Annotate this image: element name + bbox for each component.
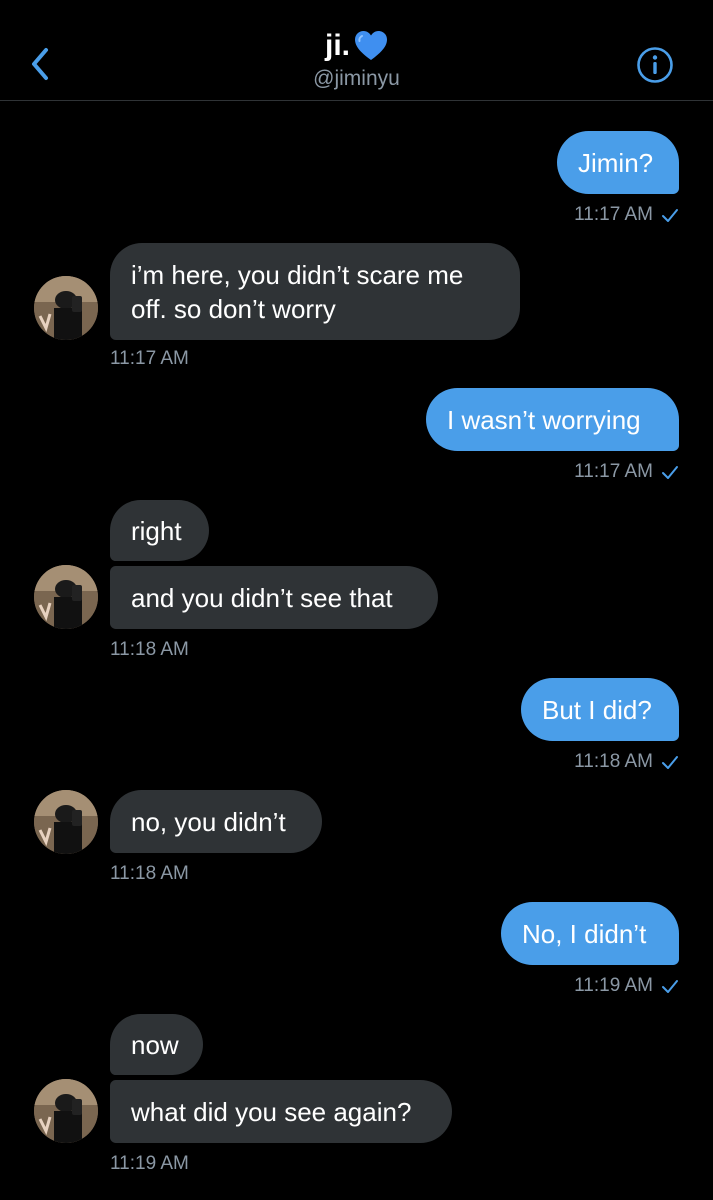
sent-check-icon (661, 754, 679, 770)
avatar[interactable] (34, 565, 98, 629)
message-bubble-incoming[interactable]: what did you see again? (110, 1080, 452, 1143)
message-text: But I did? (542, 694, 652, 725)
message-timestamp: 11:18 AM (110, 638, 189, 662)
avatar-photo (34, 565, 98, 629)
message-bubble-incoming[interactable]: and you didn’t see that (110, 566, 438, 629)
avatar-photo (34, 790, 98, 854)
message-bubble-outgoing[interactable]: No, I didn’t (501, 902, 679, 965)
avatar-photo (34, 276, 98, 340)
timestamp-text: 11:18 AM (110, 863, 189, 884)
timestamp-text: 11:19 AM (110, 1153, 189, 1174)
sent-check-icon (661, 978, 679, 994)
conversation-title-block[interactable]: ji. @jiminyu (0, 28, 713, 92)
message-bubble-incoming[interactable]: no, you didn’t (110, 790, 322, 853)
contact-name: ji. (325, 28, 388, 64)
message-timestamp: 11:18 AM (110, 862, 189, 886)
timestamp-text: 11:17 AM (110, 348, 189, 369)
sent-check-icon (661, 207, 679, 223)
conversation-header: ji. @jiminyu (0, 0, 713, 101)
avatar[interactable] (34, 790, 98, 854)
timestamp-text: 11:17 AM (574, 204, 653, 225)
timestamp-text: 11:18 AM (574, 751, 653, 772)
message-text: no, you didn’t (131, 806, 286, 837)
message-timestamp: 11:17 AM (574, 203, 679, 227)
message-text: I wasn’t worrying (447, 404, 641, 435)
avatar[interactable] (34, 1079, 98, 1143)
message-text: No, I didn’t (522, 918, 647, 949)
timestamp-text: 11:19 AM (574, 975, 653, 996)
message-bubble-outgoing[interactable]: But I did? (521, 678, 679, 741)
message-text: what did you see again? (131, 1096, 412, 1127)
message-timestamp: 11:18 AM (574, 750, 679, 774)
contact-name-text: ji. (324, 29, 350, 62)
message-bubble-incoming[interactable]: right (110, 500, 209, 561)
message-text: right (131, 515, 182, 546)
avatar[interactable] (34, 276, 98, 340)
message-text: now (131, 1029, 179, 1060)
info-button[interactable] (636, 46, 674, 84)
message-text: i’m here, you didn’t scare me off. so do… (131, 259, 464, 324)
sent-check-icon (661, 464, 679, 480)
contact-handle: @jiminyu (313, 67, 400, 90)
message-bubble-outgoing[interactable]: I wasn’t worrying (426, 388, 679, 451)
message-bubble-outgoing[interactable]: Jimin? (557, 131, 679, 194)
timestamp-text: 11:17 AM (574, 461, 653, 482)
message-timestamp: 11:19 AM (110, 1152, 189, 1176)
blue-heart-icon (354, 30, 388, 62)
message-text: and you didn’t see that (131, 582, 393, 613)
timestamp-text: 11:18 AM (110, 639, 189, 660)
message-timestamp: 11:19 AM (574, 974, 679, 998)
message-bubble-incoming[interactable]: now (110, 1014, 203, 1075)
info-circle-icon (636, 47, 674, 88)
message-bubble-incoming[interactable]: i’m here, you didn’t scare me off. so do… (110, 243, 520, 340)
message-timestamp: 11:17 AM (574, 460, 679, 484)
message-text: Jimin? (578, 147, 654, 178)
message-timestamp: 11:17 AM (110, 347, 189, 371)
avatar-photo (34, 1079, 98, 1143)
